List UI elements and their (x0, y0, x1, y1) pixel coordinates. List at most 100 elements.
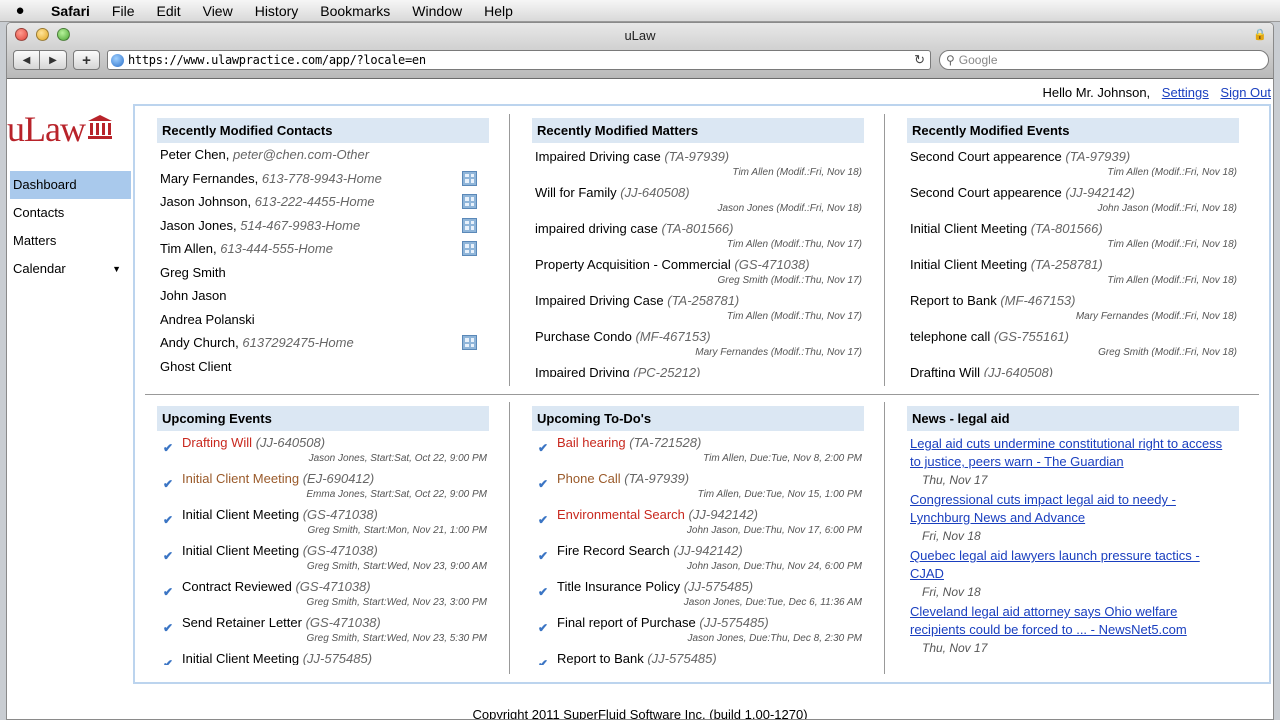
menu-safari[interactable]: Safari (40, 3, 101, 19)
event-name[interactable]: Second Court appearence (910, 149, 1062, 164)
search-field[interactable]: ⚲ Google (939, 50, 1269, 70)
list-item[interactable]: Initial Client Meeting (TA-801566) Tim Al… (910, 215, 1239, 251)
menu-file[interactable]: File (101, 3, 146, 19)
todo-name[interactable]: Final report of Purchase (557, 615, 696, 630)
contact-name[interactable]: Jason Jones (160, 218, 233, 233)
menu-help[interactable]: Help (473, 3, 524, 19)
matter-name[interactable]: Property Acquisition - Commercial (535, 257, 731, 272)
list-item[interactable]: Ghost Client (160, 355, 489, 379)
event-name[interactable]: telephone call (910, 329, 990, 344)
vcard-icon[interactable] (462, 217, 477, 233)
contact-name[interactable]: Andy Church (160, 335, 235, 350)
list-item[interactable]: Impaired Driving case (TA-97939) Tim Alle… (535, 143, 864, 179)
matter-name[interactable]: Impaired Driving Case (535, 293, 664, 308)
list-item[interactable]: John Jason (160, 284, 489, 308)
add-bookmark-button[interactable]: + (73, 50, 100, 70)
list-item[interactable]: ✔ Contract Reviewed (GS-471038) Greg Smith… (160, 575, 489, 611)
event-name[interactable]: Send Retainer Letter (182, 615, 302, 630)
event-name[interactable]: Second Court appearence (910, 185, 1062, 200)
list-item[interactable]: Drafting Will (JJ-640508) (910, 359, 1239, 377)
vcard-icon[interactable] (462, 335, 477, 350)
list-item[interactable]: ✔ Title Insurance Policy (JJ-575485) Jason… (535, 575, 864, 611)
list-item[interactable]: ✔ Initial Client Meeting (JJ-575485) (160, 647, 489, 665)
list-item[interactable]: ✔ Initial Client Meeting (EJ-690412) Emma … (160, 467, 489, 503)
list-item[interactable]: ✔ Initial Client Meeting (GS-471038) Greg … (160, 503, 489, 539)
forward-button[interactable]: ▶ (40, 50, 67, 70)
sidebar-item-matters[interactable]: Matters (10, 227, 131, 255)
list-item[interactable]: Will for Family (JJ-640508) Jason Jones (… (535, 179, 864, 215)
todo-name[interactable]: Fire Record Search (557, 543, 670, 558)
contact-name[interactable]: Jason Johnson (160, 194, 247, 209)
chevron-down-icon[interactable]: ▼ (112, 255, 121, 283)
matter-name[interactable]: Impaired Driving (535, 365, 630, 377)
news-link[interactable]: Quebec legal aid lawyers launch pressure… (910, 547, 1239, 583)
event-name[interactable]: Contract Reviewed (182, 579, 292, 594)
news-link[interactable]: Legal aid cuts undermine constitutional … (910, 435, 1239, 471)
list-item[interactable]: Initial Client Meeting (TA-258781) Tim Al… (910, 251, 1239, 287)
todo-name[interactable]: Title Insurance Policy (557, 579, 680, 594)
event-name[interactable]: Report to Bank (910, 293, 997, 308)
menu-edit[interactable]: Edit (145, 3, 191, 19)
list-item[interactable]: Greg Smith (160, 261, 489, 285)
list-item[interactable]: ✔ Fire Record Search (JJ-942142) John Jaso… (535, 539, 864, 575)
menu-view[interactable]: View (192, 3, 244, 19)
event-name[interactable]: Initial Client Meeting (182, 507, 299, 522)
vcard-icon[interactable] (462, 170, 477, 186)
event-name[interactable]: Initial Client Meeting (182, 471, 299, 486)
event-name[interactable]: Initial Client Meeting (910, 257, 1027, 272)
menu-window[interactable]: Window (401, 3, 473, 19)
contact-name[interactable]: Ghost Client (160, 359, 232, 374)
list-item[interactable]: Tim Allen, 613-444-555-Home (160, 237, 489, 261)
list-item[interactable]: Purchase Condo (MF-467153) Mary Fernandes… (535, 323, 864, 359)
list-item[interactable]: ✔ Bail hearing (TA-721528) Tim Allen, Due:… (535, 431, 864, 467)
menu-history[interactable]: History (244, 3, 310, 19)
list-item[interactable]: Andrea Polanski (160, 308, 489, 332)
contact-name[interactable]: Peter Chen (160, 147, 226, 162)
sidebar-item-contacts[interactable]: Contacts (10, 199, 131, 227)
list-item[interactable]: ✔ Send Retainer Letter (GS-471038) Greg Sm… (160, 611, 489, 647)
list-item[interactable]: impaired driving case (TA-801566) Tim All… (535, 215, 864, 251)
matter-name[interactable]: Purchase Condo (535, 329, 632, 344)
todo-name[interactable]: Environmental Search (557, 507, 685, 522)
vcard-icon[interactable] (462, 194, 477, 209)
contact-name[interactable]: Mary Fernandes (160, 171, 255, 186)
matter-name[interactable]: Impaired Driving case (535, 149, 661, 164)
list-item[interactable]: Report to Bank (MF-467153) Mary Fernandes… (910, 287, 1239, 323)
reload-icon[interactable]: ↻ (914, 52, 925, 68)
contact-name[interactable]: Andrea Polanski (160, 312, 255, 327)
list-item[interactable]: Property Acquisition - Commercial (GS-47… (535, 251, 864, 287)
todo-name[interactable]: Phone Call (557, 471, 621, 486)
sidebar-item-calendar[interactable]: Calendar ▼ (10, 255, 131, 283)
event-name[interactable]: Drafting Will (182, 435, 252, 450)
ulaw-logo[interactable]: uLaw (7, 108, 113, 150)
settings-link[interactable]: Settings (1162, 85, 1209, 100)
url-text[interactable]: https://www.ulawpractice.com/app/?locale… (128, 53, 426, 67)
matter-name[interactable]: Will for Family (535, 185, 617, 200)
list-item[interactable]: Impaired Driving (PC-25212) (535, 359, 864, 377)
menu-bookmarks[interactable]: Bookmarks (309, 3, 401, 19)
list-item[interactable]: ✔ Final report of Purchase (JJ-575485) Jas… (535, 611, 864, 647)
apple-icon[interactable]: ● (0, 2, 40, 19)
matter-name[interactable]: impaired driving case (535, 221, 658, 236)
contact-name[interactable]: John Jason (160, 288, 227, 303)
back-button[interactable]: ◀ (13, 50, 40, 70)
list-item[interactable]: telephone call (GS-755161) Greg Smith (Mo… (910, 323, 1239, 359)
vcard-icon[interactable] (462, 241, 477, 256)
contact-name[interactable]: Tim Allen (160, 241, 213, 256)
news-link[interactable]: Cleveland legal aid attorney says Ohio w… (910, 603, 1239, 639)
address-bar[interactable]: https://www.ulawpractice.com/app/?locale… (107, 50, 931, 70)
list-item[interactable]: ✔ Drafting Will (JJ-640508) Jason Jones, S… (160, 431, 489, 467)
todo-name[interactable]: Report to Bank (557, 651, 644, 665)
list-item[interactable]: Peter Chen, peter@chen.com-Other (160, 143, 489, 167)
list-item[interactable]: ✔ Environmental Search (JJ-942142) John Ja… (535, 503, 864, 539)
news-link[interactable]: Congressional cuts impact legal aid to n… (910, 491, 1239, 527)
event-name[interactable]: Drafting Will (910, 365, 980, 377)
event-name[interactable]: Initial Client Meeting (910, 221, 1027, 236)
list-item[interactable]: Second Court appearence (JJ-942142) John … (910, 179, 1239, 215)
sidebar-item-dashboard[interactable]: Dashboard (10, 171, 131, 199)
list-item[interactable]: ✔ Report to Bank (JJ-575485) (535, 647, 864, 665)
list-item[interactable]: Jason Jones, 514-467-9983-Home (160, 214, 489, 238)
list-item[interactable]: Impaired Driving Case (TA-258781) Tim All… (535, 287, 864, 323)
list-item[interactable]: ✔ Initial Client Meeting (GS-471038) Greg … (160, 539, 489, 575)
event-name[interactable]: Initial Client Meeting (182, 543, 299, 558)
